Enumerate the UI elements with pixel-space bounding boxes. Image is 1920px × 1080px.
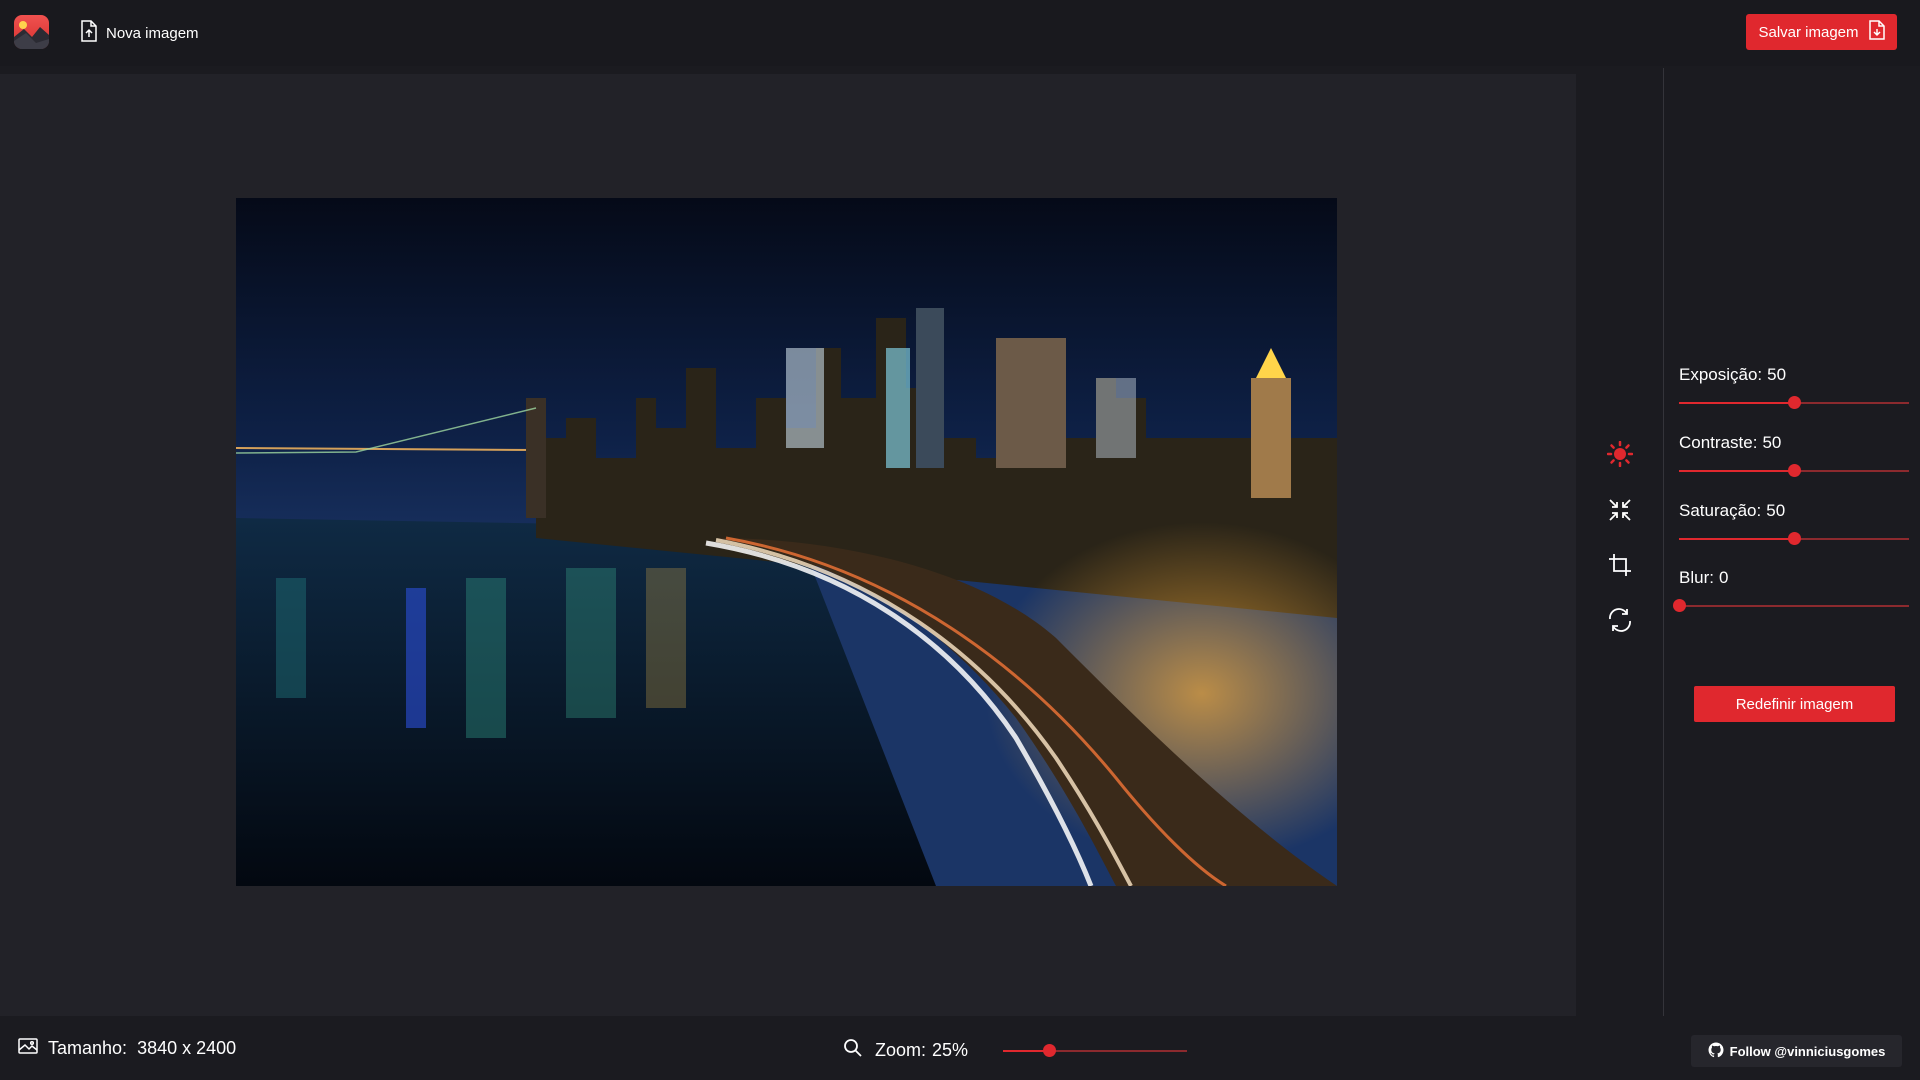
exposure-label: Exposição: [1679,365,1763,384]
image-size-info: Tamanho: 3840 x 2400 [18,1038,236,1059]
zoom-label: Zoom: [875,1040,927,1060]
saturation-value: 50 [1766,501,1786,520]
size-value: 3840 x 2400 [137,1038,237,1058]
edited-photo[interactable] [236,198,1337,886]
file-add-icon [80,19,98,47]
crop-tool[interactable] [1605,552,1635,582]
brightness-tool[interactable] [1605,440,1635,472]
exposure-value: 50 [1767,365,1787,384]
exposure-slider-thumb[interactable] [1788,396,1801,409]
contrast-control: Contraste: 50 [1679,433,1909,477]
github-icon [1708,1042,1724,1061]
saturation-control: Saturação: 50 [1679,501,1909,545]
image-icon [18,1038,38,1059]
zoom-slider-thumb[interactable] [1043,1044,1056,1057]
saturation-slider[interactable] [1679,532,1909,545]
blur-slider[interactable] [1673,599,1909,612]
save-image-button[interactable]: Salvar imagem [1746,14,1897,50]
blur-label: Blur: [1679,568,1714,587]
exposure-slider-fill [1679,402,1794,404]
follow-github-button[interactable]: Follow @vinniciusgomes [1691,1035,1902,1067]
new-image-label: Nova imagem [106,24,199,42]
contrast-label: Contraste: [1679,433,1758,452]
top-bar: Nova imagem Salvar imagem [0,0,1920,66]
zoom-slider[interactable] [1003,1044,1187,1057]
crop-icon [1607,552,1633,583]
refresh-icon [1606,607,1634,638]
blur-slider-thumb[interactable] [1673,599,1686,612]
new-image-button[interactable]: Nova imagem [80,19,199,47]
app-logo-icon [14,15,49,49]
exposure-slider[interactable] [1679,396,1909,409]
zoom-info: Zoom: 25% [843,1038,968,1063]
blur-value: 0 [1718,568,1729,587]
reset-image-button[interactable]: Redefinir imagem [1694,686,1895,722]
exposure-control: Exposição: 50 [1679,365,1909,409]
blur-control: Blur: 0 [1673,568,1909,612]
contrast-slider-fill [1679,470,1794,472]
compress-icon [1607,497,1633,528]
save-label: Salvar imagem [1758,23,1859,41]
saturation-slider-thumb[interactable] [1788,532,1801,545]
saturation-slider-fill [1679,538,1794,540]
contrast-slider-thumb[interactable] [1788,464,1801,477]
brightness-icon [1606,440,1634,472]
zoom-value: 25% [932,1040,969,1060]
adjustments-panel: Exposição: 50 Contraste: 50 Saturação: 5… [1664,66,1920,1016]
contrast-slider[interactable] [1679,464,1909,477]
status-bar: Tamanho: 3840 x 2400 Zoom: 25% Follow @v… [0,1016,1920,1080]
saturation-label: Saturação: [1679,501,1762,520]
file-download-icon [1868,20,1885,44]
compress-tool[interactable] [1605,497,1635,527]
search-icon [843,1038,863,1063]
size-label: Tamanho: [48,1038,128,1058]
canvas-area[interactable] [0,74,1576,1016]
follow-label: Follow @vinniciusgomes [1729,1043,1886,1059]
refresh-tool[interactable] [1605,607,1635,637]
contrast-value: 50 [1762,433,1782,452]
